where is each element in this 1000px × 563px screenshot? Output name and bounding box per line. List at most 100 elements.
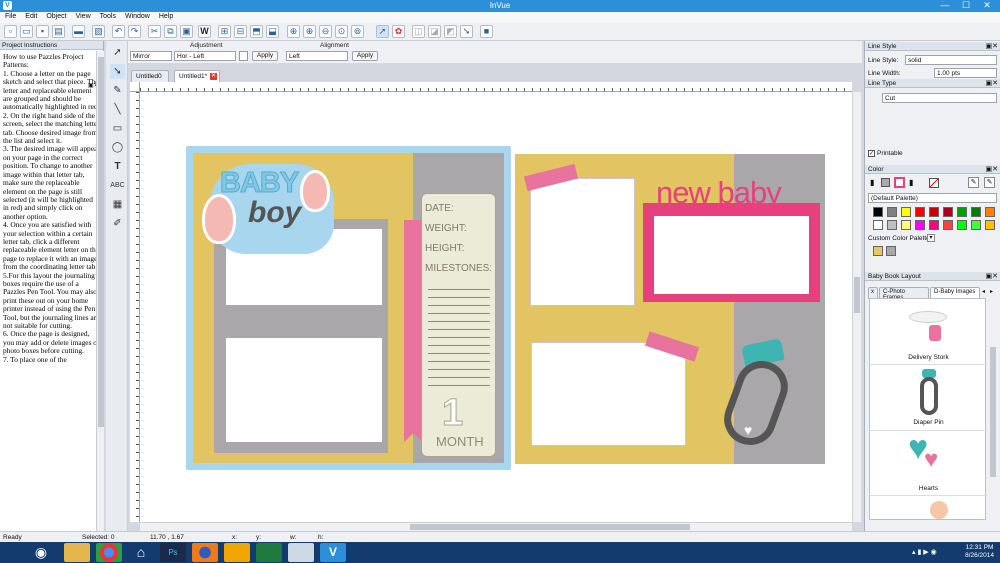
rectangle-tool-icon[interactable]: ▭ xyxy=(110,121,125,136)
color-swatch[interactable] xyxy=(971,207,981,217)
design-canvas[interactable]: BABY boy DATE: WEIGHT: HEIGHT: MILESTONE… xyxy=(140,92,852,522)
panel-close-icon[interactable]: ▣✕ xyxy=(986,42,998,50)
clock[interactable]: 12:31 PM 8/26/2014 xyxy=(965,544,994,560)
tray-icons[interactable]: ▴ ▮ ▶ ◉ xyxy=(912,548,937,556)
pen-color-icon[interactable]: ▮ xyxy=(909,178,913,187)
tab-scroll-left-icon[interactable]: ◂ xyxy=(982,288,985,295)
scissors-icon[interactable]: ✂ xyxy=(148,25,161,38)
start-button[interactable]: ◉ xyxy=(30,543,52,562)
color-swatch[interactable] xyxy=(943,207,953,217)
hearts-thumbnail[interactable]: ♥ ♥ xyxy=(908,431,938,473)
canvas-vertical-scrollbar[interactable] xyxy=(852,92,861,522)
line-type-select[interactable]: Cut xyxy=(882,93,997,103)
panel-close-icon[interactable]: ▣✕ xyxy=(986,165,998,173)
node-tool-icon[interactable]: ➘ xyxy=(110,64,125,79)
scroll-thumb[interactable] xyxy=(98,57,104,427)
subtract-icon[interactable]: ◩ xyxy=(444,25,457,38)
canvas-horizontal-scrollbar[interactable] xyxy=(140,522,852,531)
group-icon[interactable]: ⊞ xyxy=(218,25,231,38)
taskbar-outlook-icon[interactable] xyxy=(224,543,250,562)
hor-select[interactable]: Hor - Left xyxy=(174,51,236,61)
line-width-input[interactable]: 1.00 pts xyxy=(934,68,997,78)
taskbar-app-icon[interactable] xyxy=(288,543,314,562)
tab-untitled1[interactable]: Untitled1* ✕ xyxy=(174,70,220,82)
stop-icon[interactable]: ■ xyxy=(480,25,493,38)
footprint-left[interactable] xyxy=(202,194,236,244)
photo-box-3[interactable] xyxy=(530,178,635,306)
save-icon[interactable]: ▪ xyxy=(36,25,49,38)
line-tool-icon[interactable]: ╲ xyxy=(110,102,125,117)
eyedropper2-icon[interactable]: ✎ xyxy=(984,177,995,188)
color-swatch[interactable] xyxy=(873,207,883,217)
image-tool-icon[interactable]: ▦ xyxy=(110,197,125,212)
photo-box-5[interactable] xyxy=(531,342,686,446)
color-swatch[interactable] xyxy=(971,220,981,230)
thumbs-scrollbar[interactable] xyxy=(989,299,997,521)
eyedropper-icon[interactable]: ✎ xyxy=(968,177,979,188)
boy-title[interactable]: boy xyxy=(248,196,301,230)
taskbar-photoshop-icon[interactable]: Ps xyxy=(160,543,186,562)
photo-box-2[interactable] xyxy=(226,338,382,442)
mirror-select[interactable]: Mirror xyxy=(130,51,172,61)
page-setup-icon[interactable]: ▧ xyxy=(92,25,105,38)
node-edit-icon[interactable]: ➘ xyxy=(460,25,473,38)
diaper-pin-thumbnail[interactable] xyxy=(920,369,938,417)
alignment-apply-button[interactable]: Apply xyxy=(352,51,378,61)
menu-view[interactable]: View xyxy=(71,12,95,20)
printable-checkbox[interactable]: ✓ xyxy=(868,150,875,157)
instructions-scrollbar[interactable] xyxy=(96,51,104,531)
copy-icon[interactable]: ⧉ xyxy=(164,25,177,38)
zoom-select-icon[interactable]: ⊚ xyxy=(351,25,364,38)
color-swatch[interactable] xyxy=(929,207,939,217)
text-tool-icon[interactable]: T xyxy=(110,159,125,174)
color-swatch[interactable] xyxy=(901,220,911,230)
open-icon[interactable]: ▭ xyxy=(20,25,33,38)
ellipse-tool-icon[interactable]: ◯ xyxy=(110,140,125,155)
taskbar-explorer-icon[interactable] xyxy=(64,543,90,562)
stroke-color-icon[interactable] xyxy=(894,177,905,188)
draw-tool-icon[interactable]: ✐ xyxy=(110,216,125,231)
color-swatch[interactable] xyxy=(887,220,897,230)
menu-edit[interactable]: Edit xyxy=(20,12,41,20)
color-swatch[interactable] xyxy=(943,220,953,230)
footprint-right[interactable] xyxy=(300,170,330,212)
adjustment-apply-button[interactable]: Apply xyxy=(252,51,278,61)
scroll-thumb[interactable] xyxy=(990,347,996,477)
maximize-button[interactable]: ☐ xyxy=(955,0,977,12)
intersect-icon[interactable]: ◪ xyxy=(428,25,441,38)
color-swatch[interactable] xyxy=(985,220,995,230)
taskbar-invue-icon[interactable]: V xyxy=(320,543,346,562)
menu-help[interactable]: Help xyxy=(154,12,177,20)
custom-color-swatch[interactable] xyxy=(886,246,896,256)
menu-tools[interactable]: Tools xyxy=(95,12,120,20)
undo-icon[interactable]: ↶ xyxy=(112,25,125,38)
print-icon[interactable]: ▤ xyxy=(52,25,65,38)
fill-color-icon[interactable] xyxy=(881,178,890,187)
menu-file[interactable]: File xyxy=(0,12,20,20)
tab-close-icon[interactable]: ✕ xyxy=(210,73,217,80)
panel-close-icon[interactable]: ▣✕ xyxy=(986,79,998,87)
menu-object[interactable]: Object xyxy=(41,12,70,20)
minimize-button[interactable]: — xyxy=(934,0,956,12)
line-style-select[interactable]: solid xyxy=(905,55,997,65)
taskbar-home-icon[interactable]: ⌂ xyxy=(128,543,154,562)
cut-machine-icon[interactable]: ▬ xyxy=(72,25,85,38)
trace-icon[interactable]: W xyxy=(198,25,211,38)
bring-forward-icon[interactable]: ⬒ xyxy=(250,25,263,38)
zoom-fit-icon[interactable]: ⊕ xyxy=(303,25,316,38)
pointer-tool-icon[interactable]: ➚ xyxy=(110,45,125,60)
baby-images-list[interactable]: Delivery Stork Diaper Pin ♥ ♥ Hearts xyxy=(869,298,987,520)
send-back-icon[interactable]: ⬓ xyxy=(266,25,279,38)
no-color-icon[interactable] xyxy=(929,178,939,188)
color-swatch[interactable] xyxy=(985,207,995,217)
scroll-thumb[interactable] xyxy=(854,277,860,313)
color-swatch[interactable] xyxy=(901,207,911,217)
taskbar-excel-icon[interactable] xyxy=(256,543,282,562)
color-swatch[interactable] xyxy=(887,207,897,217)
zoom-in-icon[interactable]: ⊕ xyxy=(287,25,300,38)
tab-untitled0[interactable]: Untitled0 xyxy=(131,70,169,82)
palette-select[interactable]: (Default Palette) xyxy=(868,193,997,203)
scroll-thumb[interactable] xyxy=(410,524,690,530)
photo-box-4[interactable] xyxy=(654,216,809,294)
select-pointer-icon[interactable]: ➚ xyxy=(376,25,389,38)
